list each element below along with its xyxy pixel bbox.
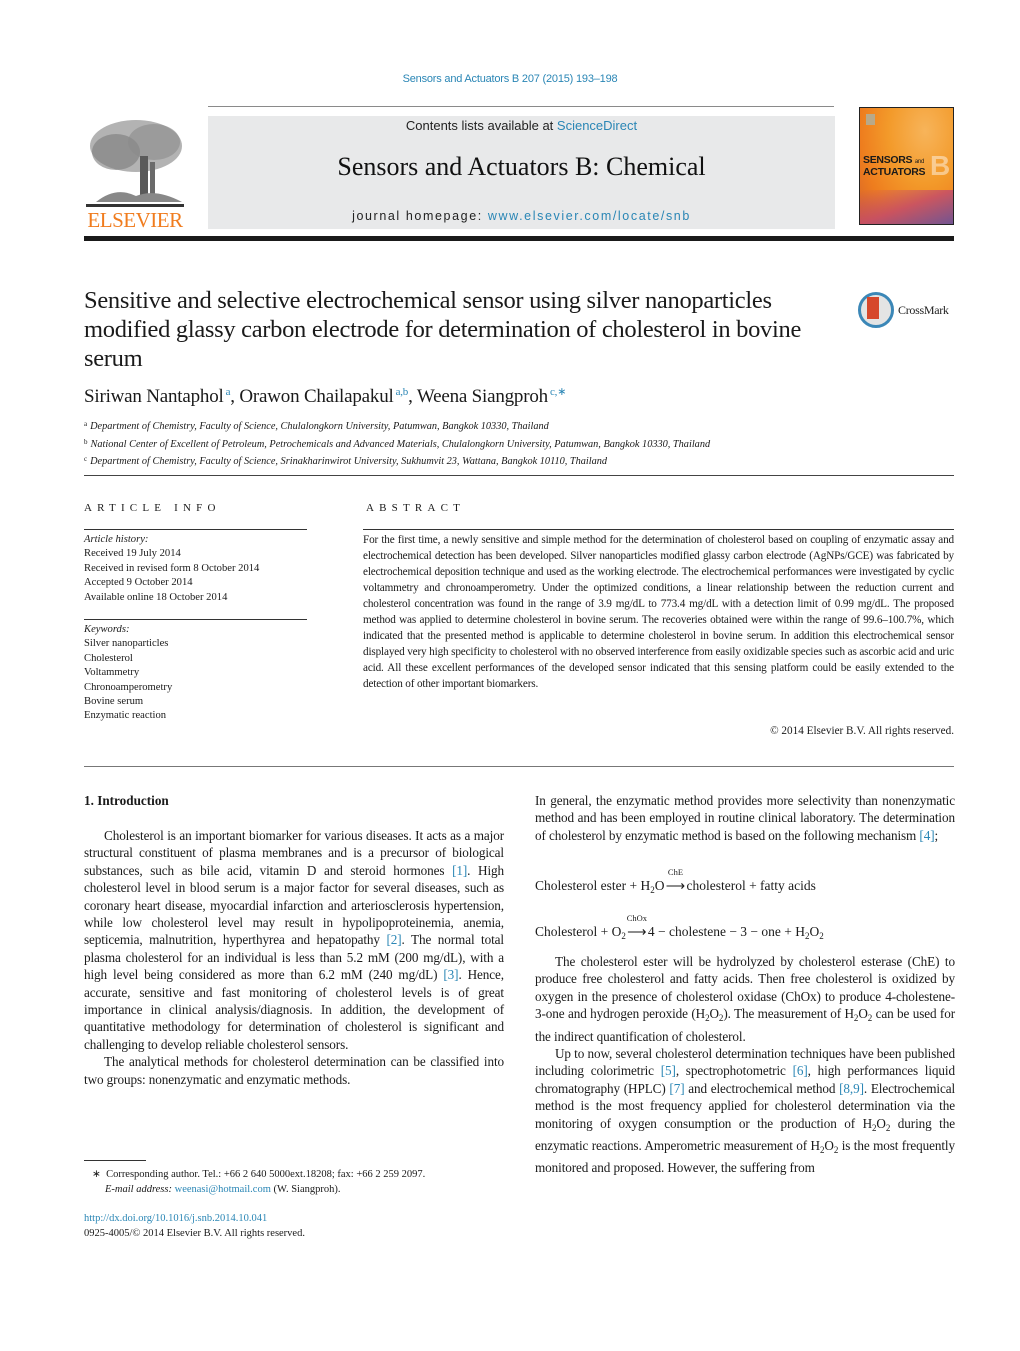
abstract-copyright: © 2014 Elsevier B.V. All rights reserved… xyxy=(770,725,954,737)
abstract-heading: ABSTRACT xyxy=(366,502,466,514)
footnote-email-line: E-mail address: weenasi@hotmail.com (W. … xyxy=(105,1184,341,1195)
reference-link[interactable]: [5] xyxy=(661,1063,676,1078)
reference-link[interactable]: [4] xyxy=(919,828,934,843)
divider xyxy=(363,529,954,530)
journal-homepage: journal homepage: www.elsevier.com/locat… xyxy=(208,209,835,223)
footnote-rule xyxy=(84,1160,146,1161)
crossmark-label: CrossMark xyxy=(898,303,949,317)
paragraph: Cholesterol is an important biomarker fo… xyxy=(84,828,505,1052)
cover-elsevier-icon xyxy=(866,114,875,125)
masthead-rule xyxy=(208,106,834,107)
cover-title-line1: SENSORS and xyxy=(863,154,924,166)
divider xyxy=(84,475,954,476)
affiliation-item: b National Center of Excellent of Petrole… xyxy=(84,437,711,450)
reference-link[interactable]: [7] xyxy=(669,1081,684,1096)
elsevier-tree-icon xyxy=(86,120,184,207)
divider xyxy=(84,766,954,767)
issn-copyright: 0925-4005/© 2014 Elsevier B.V. All right… xyxy=(84,1228,305,1239)
enzyme-label: ChE xyxy=(667,867,684,877)
elsevier-wordmark: ELSEVIER xyxy=(87,208,183,232)
doi-block: http://dx.doi.org/10.1016/j.snb.2014.10.… xyxy=(84,1211,305,1241)
body-left-column: Cholesterol is an important biomarker fo… xyxy=(84,827,504,1088)
keyword-item: Voltammetry xyxy=(84,667,140,679)
cover-letter: B xyxy=(930,150,951,181)
author-name: Siriwan Nantaphol xyxy=(84,386,224,407)
article-history-heading: Article history: xyxy=(84,534,149,545)
history-item: Received 19 July 2014 xyxy=(84,548,181,560)
journal-title: Sensors and Actuators B: Chemical xyxy=(337,152,706,181)
reference-link[interactable]: [6] xyxy=(793,1063,808,1078)
paragraph: Up to now, several cholesterol determina… xyxy=(535,1046,956,1176)
author-name: Orawon Chailapakul xyxy=(239,386,394,407)
keyword-item: Chronoamperometry xyxy=(84,681,173,693)
keywords-heading: Keywords: xyxy=(84,624,130,635)
affiliation-item: c Department of Chemistry, Faculty of Sci… xyxy=(84,455,608,468)
reference-link[interactable]: [8,9] xyxy=(839,1081,864,1096)
journal-cover-thumbnail[interactable]: B SENSORS and ACTUATORS xyxy=(859,107,954,225)
author-separator: , xyxy=(408,386,417,407)
cover-title-line2: ACTUATORS xyxy=(863,166,926,178)
equation-oxidation: Cholesterol + O2 ChOx ⟶4 − cholestene − 3 … xyxy=(535,913,824,941)
homepage-link[interactable]: www.elsevier.com/locate/snb xyxy=(488,209,691,223)
reference-link[interactable]: [1] xyxy=(452,863,467,878)
paragraph: The cholesterol ester will be hydrolyzed… xyxy=(535,954,955,1044)
header-divider xyxy=(84,236,954,241)
contents-prefix: Contents lists available at xyxy=(405,118,557,133)
reference-link[interactable]: [2] xyxy=(386,932,401,947)
author-affiliation-link[interactable]: c,∗ xyxy=(550,386,566,398)
history-item: Received in revised form 8 October 2014 xyxy=(84,562,260,574)
divider xyxy=(84,619,307,620)
body-right-column-continued: The cholesterol ester will be hydrolyzed… xyxy=(535,953,955,1177)
reaction-arrow: ChE ⟶ xyxy=(665,867,686,893)
cover-artwork xyxy=(860,190,953,224)
author-name: Weena Siangproh xyxy=(416,386,548,407)
article-info-heading: ARTICLE INFO xyxy=(84,502,221,514)
author-affiliation-link[interactable]: a,b xyxy=(396,386,409,398)
keywords: Keywords: Silver nanoparticles Cholester… xyxy=(84,623,172,724)
corresponding-author-footnote: ∗ Corresponding author. Tel.: +66 2 640 … xyxy=(92,1167,425,1197)
section-heading-introduction: 1. Introduction xyxy=(84,793,169,808)
keyword-item: Cholesterol xyxy=(84,652,133,664)
author-list: Siriwan Nantaphol a, Orawon Chailapakul a,… xyxy=(84,385,566,408)
keyword-item: Silver nanoparticles xyxy=(84,638,169,650)
divider xyxy=(84,529,307,530)
body-right-column: In general, the enzymatic method provide… xyxy=(535,792,955,844)
footnote-line: ∗ Corresponding author. Tel.: +66 2 640 … xyxy=(92,1169,426,1180)
crossmark-button[interactable]: CrossMark xyxy=(858,292,958,328)
doi-link[interactable]: http://dx.doi.org/10.1016/j.snb.2014.10.… xyxy=(84,1213,267,1224)
abstract-text: For the first time, a newly sensitive an… xyxy=(363,534,954,690)
keyword-item: Bovine serum xyxy=(84,696,144,708)
journal-citation[interactable]: Sensors and Actuators B 207 (2015) 193–1… xyxy=(0,73,1020,85)
keyword-item: Enzymatic reaction xyxy=(84,710,167,722)
contents-line: Contents lists available at ScienceDirec… xyxy=(208,118,835,133)
article-history: Article history: Received 19 July 2014 R… xyxy=(84,533,259,605)
crossmark-ribbon-icon xyxy=(867,297,879,319)
elsevier-logo: ELSEVIER xyxy=(84,112,186,232)
affiliations: a Department of Chemistry, Faculty of Sci… xyxy=(84,417,710,470)
homepage-prefix: journal homepage: xyxy=(352,209,488,223)
paragraph: In general, the enzymatic method provide… xyxy=(535,793,955,843)
history-item: Accepted 9 October 2014 xyxy=(84,577,193,589)
equation-hydrolysis: Cholesterol ester + H2O ChE ⟶cholesterol +… xyxy=(535,867,816,895)
paragraph: The analytical methods for cholesterol d… xyxy=(84,1054,504,1087)
reaction-arrow: ChOx ⟶ xyxy=(626,913,648,939)
reference-link[interactable]: [3] xyxy=(443,967,458,982)
email-link[interactable]: weenasi@hotmail.com xyxy=(175,1184,271,1195)
affiliation-item: a Department of Chemistry, Faculty of Sci… xyxy=(84,420,549,432)
sciencedirect-link[interactable]: ScienceDirect xyxy=(557,118,637,133)
enzyme-label: ChOx xyxy=(626,913,648,923)
article-title: Sensitive and selective electrochemical … xyxy=(84,287,802,372)
history-item: Available online 18 October 2014 xyxy=(84,591,228,603)
